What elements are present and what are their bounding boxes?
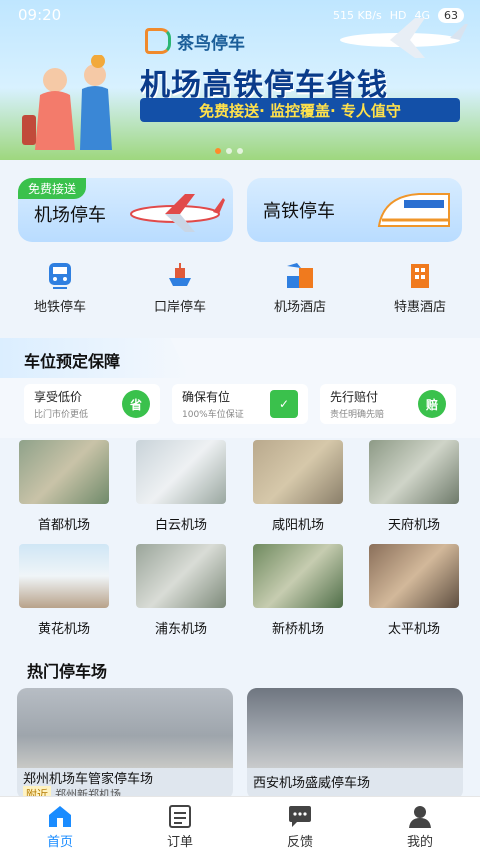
airport-photo	[369, 440, 459, 504]
parking-photo	[247, 688, 463, 768]
airport-item[interactable]: 浦东机场	[136, 544, 226, 637]
airport-name: 太平机场	[387, 622, 440, 637]
parking-lot-card[interactable]: 郑州机场车管家停车场 附近 郑州新郑机场	[17, 688, 233, 800]
promo-banner[interactable]: 09:20 515 KB/s HD 4G 63 茶鸟停车 机场高铁停车省钱 免费…	[0, 0, 480, 160]
app-screen: 09:20 515 KB/s HD 4G 63 茶鸟停车 机场高铁停车省钱 免费…	[0, 0, 480, 854]
bottom-nav: 首页 订单 反馈 我的	[0, 796, 480, 854]
guarantee-items: 享受低价 比门市价更低 省 确保有位 100%车位保证 ✓ 先行赔付 责任明确先…	[24, 384, 456, 424]
travelers-illustration	[22, 55, 112, 150]
airport-item[interactable]: 咸阳机场	[253, 440, 343, 533]
airport-name: 天府机场	[387, 518, 440, 533]
main-service-cards: 免费接送 机场停车 高铁停车	[18, 178, 462, 242]
compensation-icon: 赔	[418, 390, 446, 418]
quick-discount-hotel[interactable]: 特惠酒店	[370, 260, 470, 320]
brand-name: 茶鸟停车	[177, 33, 245, 54]
airport-photo	[369, 544, 459, 608]
nav-feedback[interactable]: 反馈	[260, 797, 340, 854]
quick-label: 口岸停车	[153, 300, 206, 315]
airport-item[interactable]: 天府机场	[369, 440, 459, 533]
banner-features: 免费接送· 监控覆盖· 专人值守	[140, 98, 460, 122]
airplane-icon	[340, 18, 468, 58]
quick-label: 机场酒店	[273, 300, 326, 315]
airport-name: 浦东机场	[154, 622, 207, 637]
airport-name: 新桥机场	[271, 622, 324, 637]
airport-photo	[19, 544, 109, 608]
airport-name: 黄花机场	[37, 622, 90, 637]
carousel-dots	[215, 148, 243, 154]
parking-lot-name: 西安机场盛威停车场	[253, 776, 371, 791]
nav-label: 反馈	[286, 835, 313, 850]
airport-photo	[19, 440, 109, 504]
airport-grid: 首都机场 白云机场 咸阳机场 天府机场 黄花机场 浦东机场 新桥机场 太平机场	[0, 440, 480, 650]
hotel-icon	[411, 264, 429, 288]
brand: 茶鸟停车	[145, 28, 245, 54]
parking-photo	[17, 688, 233, 768]
port-icon	[169, 263, 191, 286]
airport-name: 首都机场	[37, 518, 90, 533]
carousel-dot[interactable]	[237, 148, 243, 154]
rail-parking-card[interactable]: 高铁停车	[247, 178, 462, 242]
train-icon	[377, 193, 450, 227]
feedback-icon	[289, 806, 311, 827]
nav-home[interactable]: 首页	[20, 797, 100, 854]
guarantee-spot-assured: 确保有位 100%车位保证 ✓	[172, 384, 308, 424]
quick-airport-hotel[interactable]: 机场酒店	[250, 260, 350, 320]
nav-orders[interactable]: 订单	[140, 797, 220, 854]
quick-subway-parking[interactable]: 地铁停车	[10, 260, 110, 320]
nav-label: 首页	[46, 835, 73, 850]
nav-label: 我的	[406, 835, 433, 850]
airport-item[interactable]: 白云机场	[136, 440, 226, 533]
status-time: 09:20	[18, 6, 62, 24]
airport-name: 白云机场	[154, 518, 207, 533]
guarantee-low-price: 享受低价 比门市价更低 省	[24, 384, 160, 424]
airport-photo	[253, 544, 343, 608]
nav-label: 订单	[166, 835, 193, 850]
airport-parking-card[interactable]: 免费接送 机场停车	[18, 178, 233, 242]
quick-label: 特惠酒店	[393, 300, 446, 315]
carousel-dot[interactable]	[215, 148, 221, 154]
brand-logo-icon	[145, 28, 171, 54]
home-icon	[49, 806, 71, 827]
airport-name: 咸阳机场	[271, 518, 324, 533]
nav-profile[interactable]: 我的	[380, 797, 460, 854]
airport-photo	[136, 544, 226, 608]
subway-icon	[49, 263, 71, 289]
airport-parking-label: 机场停车	[34, 205, 106, 226]
free-shuttle-tag: 免费接送	[18, 178, 87, 199]
parking-lot-card[interactable]: 西安机场盛威停车场	[247, 688, 463, 800]
airplane-icon	[130, 194, 225, 232]
airport-item[interactable]: 黄花机场	[19, 544, 109, 637]
parking-lot-name: 郑州机场车管家停车场	[23, 772, 154, 787]
airport-photo	[253, 440, 343, 504]
orders-icon	[169, 805, 191, 828]
guarantee-title: 车位预定保障	[0, 338, 190, 378]
quick-links: 地铁停车 口岸停车 机场酒店 特惠酒店	[0, 260, 480, 320]
airport-photo	[136, 440, 226, 504]
guarantee-compensation: 先行赔付 责任明确先赔 赔	[320, 384, 456, 424]
airport-item[interactable]: 太平机场	[369, 544, 459, 637]
shield-check-icon: ✓	[270, 390, 298, 418]
quick-port-parking[interactable]: 口岸停车	[130, 260, 230, 320]
airport-item[interactable]: 首都机场	[19, 440, 109, 533]
carousel-dot[interactable]	[226, 148, 232, 154]
airport-hotel-icon	[287, 263, 313, 288]
booking-guarantee: 车位预定保障 享受低价 比门市价更低 省 确保有位 100%车位保证 ✓ 先行赔…	[0, 338, 480, 438]
save-icon: 省	[122, 390, 150, 418]
airport-item[interactable]: 新桥机场	[253, 544, 343, 637]
quick-label: 地铁停车	[33, 300, 86, 315]
rail-parking-label: 高铁停车	[263, 201, 335, 222]
hot-parking-title: 热门停车场	[27, 662, 108, 681]
profile-icon	[409, 806, 431, 828]
